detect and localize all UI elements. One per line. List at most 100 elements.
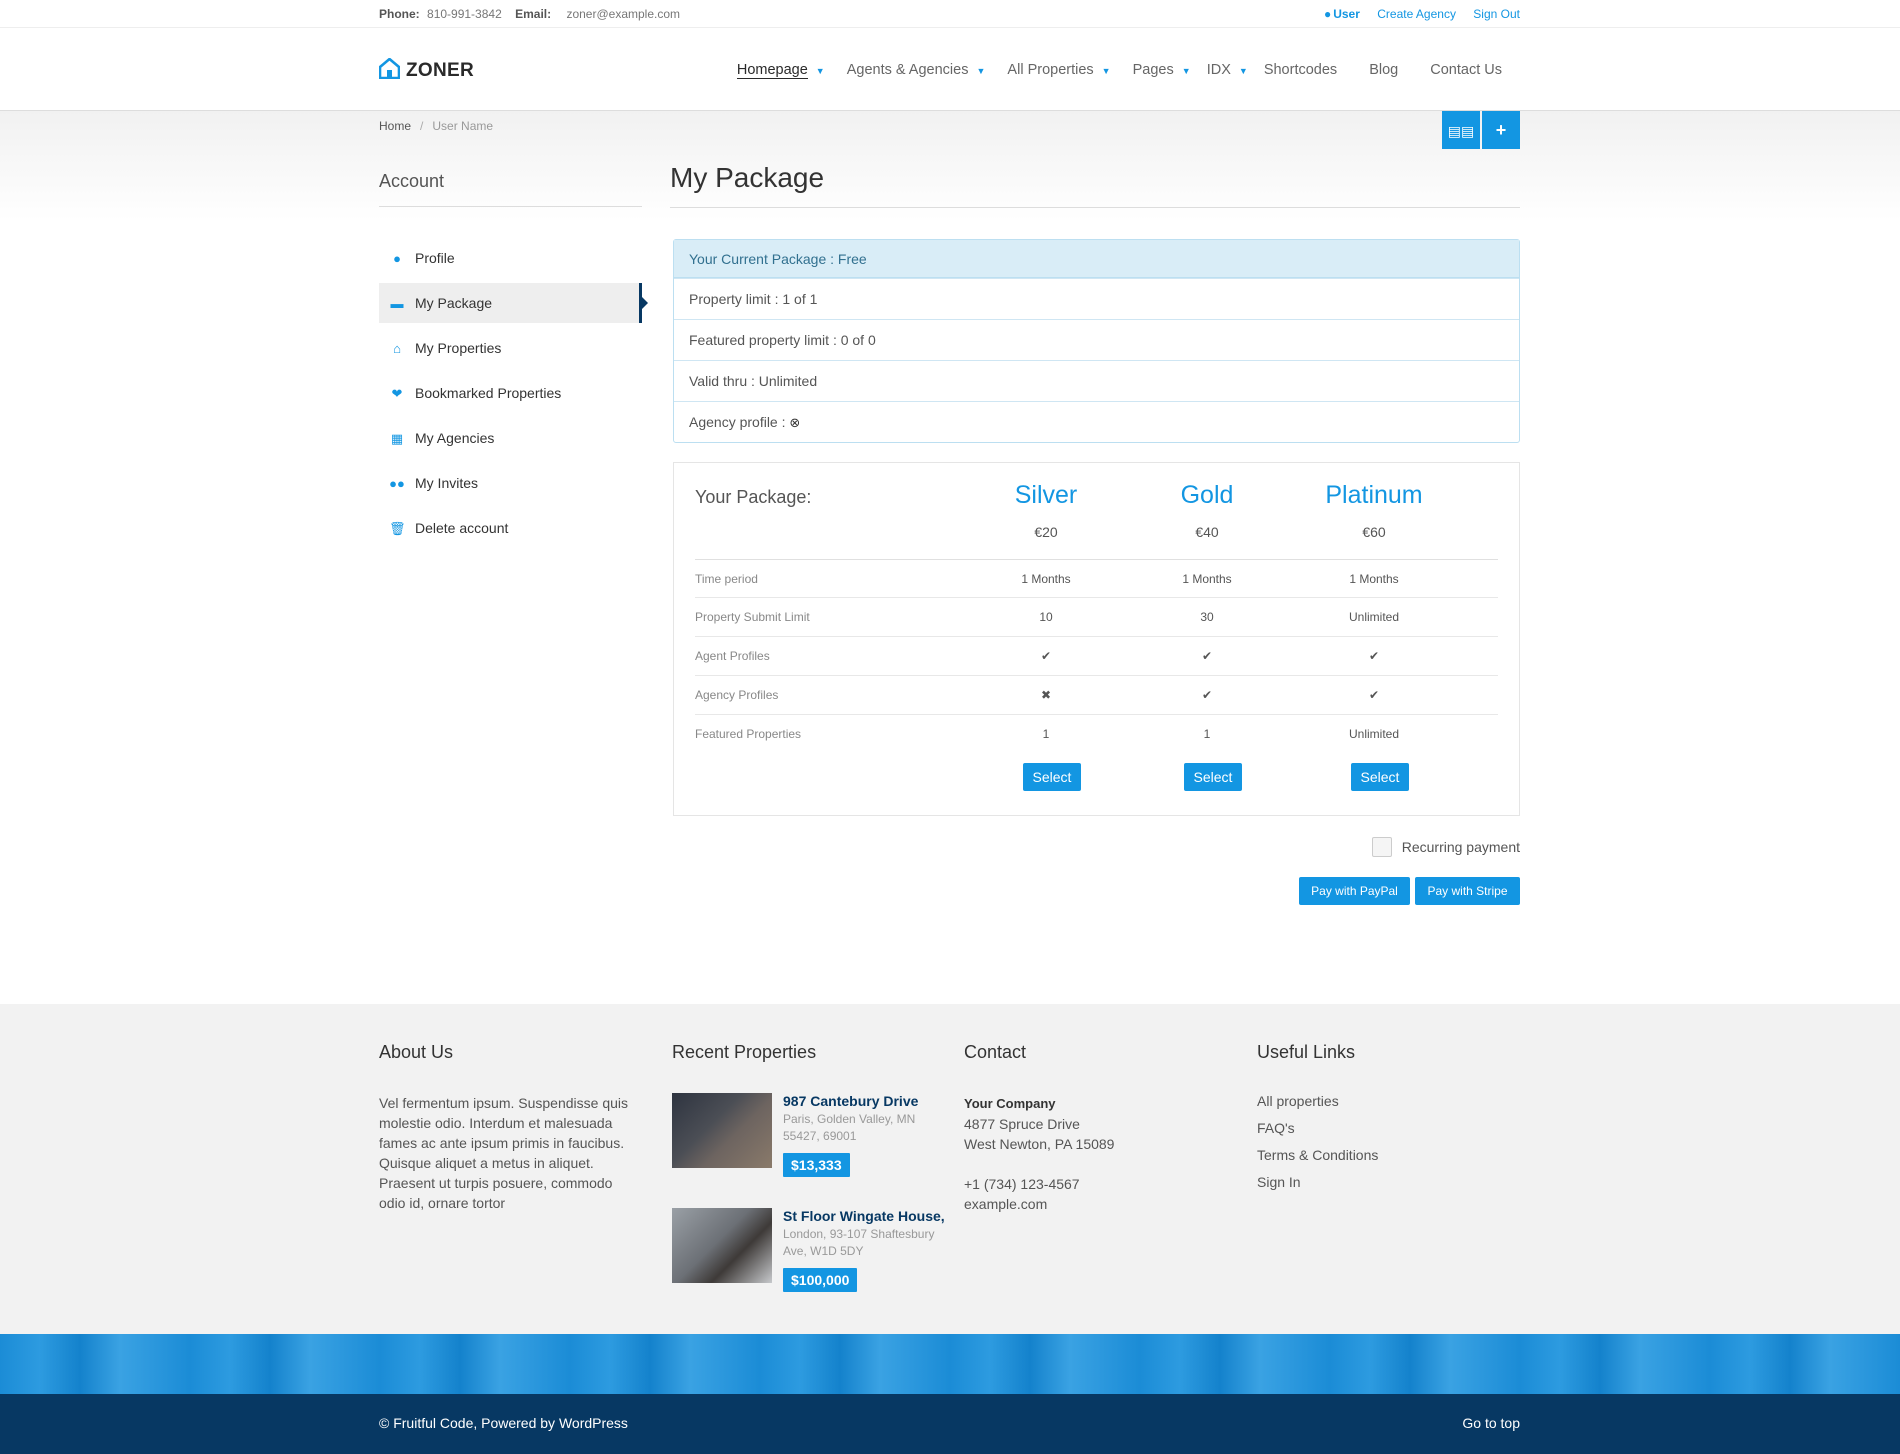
check-icon: ✔ xyxy=(1201,649,1213,663)
row-label: Agent Profiles xyxy=(695,649,770,663)
go-to-top-link[interactable]: Go to top xyxy=(1462,1415,1520,1431)
table-row: Featured Properties 1 1 Unlimited xyxy=(695,715,1498,754)
sidebar-item-my-agencies[interactable]: ▦ My Agencies xyxy=(379,418,642,458)
current-package-panel: Your Current Package : Free Property lim… xyxy=(673,239,1520,443)
property-thumbnail[interactable] xyxy=(672,1208,772,1283)
check-icon: ✔ xyxy=(1201,688,1213,702)
agency-profile-label: Agency profile : xyxy=(689,414,786,430)
row-label: Featured Properties xyxy=(695,727,802,741)
row-label: Agency Profiles xyxy=(695,688,779,702)
company-phone: +1 (734) 123-4567 xyxy=(964,1176,1080,1192)
page-title: My Package xyxy=(670,162,1520,208)
plan-name: Platinum xyxy=(1325,481,1423,509)
home-icon: ⌂ xyxy=(393,341,401,356)
check-icon: ✔ xyxy=(1368,649,1380,663)
sidebar-item-my-invites[interactable]: ●● My Invites xyxy=(379,463,642,503)
footer-about-title: About Us xyxy=(379,1042,454,1062)
plan-platinum: Platinum €60 xyxy=(1314,463,1434,540)
valid-thru-row: Valid thru : Unlimited xyxy=(674,360,1519,401)
users-icon: ●● xyxy=(389,476,405,491)
recent-property[interactable]: 987 Cantebury Drive Paris, Golden Valley… xyxy=(672,1093,942,1208)
plan-name: Silver xyxy=(1014,481,1078,509)
current-package-header: Your Current Package : Free xyxy=(674,240,1519,278)
recurring-checkbox[interactable] xyxy=(1371,837,1392,857)
plan-price: €40 xyxy=(1195,524,1219,540)
recurring-label: Recurring payment xyxy=(1401,839,1520,855)
cell-value: Unlimited xyxy=(1348,610,1399,624)
package-comparison: Your Package: Silver €20 Gold €40 Platinum… xyxy=(673,462,1520,816)
property-price: $13,333 xyxy=(783,1153,850,1177)
footer-about: About Us Vel fermentum ipsum. Suspendiss… xyxy=(379,1042,639,1213)
your-package-label: Your Package: xyxy=(695,487,812,507)
plan-gold: Gold €40 xyxy=(1147,463,1267,540)
credit-card-icon: ▬ xyxy=(390,296,404,311)
bottom-bar: © Fruitful Code, Powered by WordPress Go… xyxy=(0,1394,1900,1454)
footer-link[interactable]: FAQ's xyxy=(1257,1120,1517,1136)
cell-value: 1 xyxy=(1042,727,1050,741)
company-city: West Newton, PA 15089 xyxy=(964,1136,1115,1152)
cell-value: Unlimited xyxy=(1348,727,1399,741)
property-limit-row: Property limit : 1 of 1 xyxy=(674,278,1519,319)
property-thumbnail[interactable] xyxy=(672,1093,772,1168)
sidebar-item-my-properties[interactable]: ⌂ My Properties xyxy=(379,328,642,368)
footer-links-title: Useful Links xyxy=(1257,1042,1356,1062)
cell-value: 30 xyxy=(1200,610,1214,624)
company-site-link[interactable]: example.com xyxy=(964,1194,1224,1214)
sidebar-item-label: My Properties xyxy=(415,340,502,356)
recurring-payment[interactable]: Recurring payment xyxy=(1371,837,1520,857)
table-row: Time period 1 Months 1 Months 1 Months xyxy=(695,559,1498,598)
property-name[interactable]: St Floor Wingate House, xyxy=(783,1208,945,1224)
footer-useful-links: Useful Links All properties FAQ's Terms … xyxy=(1257,1042,1517,1201)
property-address: London, 93-107 Shaftesbury Ave, W1D 5DY xyxy=(783,1227,935,1258)
cell-value: 1 Months xyxy=(1182,572,1232,586)
sidebar-item-bookmarked[interactable]: ❤ Bookmarked Properties xyxy=(379,373,642,413)
sidebar-item-label: Delete account xyxy=(415,520,509,536)
building-icon: ▦ xyxy=(390,431,404,446)
sidebar-item-my-package[interactable]: ▬ My Package xyxy=(379,283,648,323)
sidebar-item-label: My Invites xyxy=(415,475,479,491)
sidebar-item-profile[interactable]: ● Profile xyxy=(379,238,642,278)
footer-link[interactable]: Sign In xyxy=(1257,1174,1517,1190)
row-label: Property Submit Limit xyxy=(695,610,810,624)
footer-link[interactable]: All properties xyxy=(1257,1093,1517,1109)
select-gold-button[interactable]: Select xyxy=(1184,763,1242,791)
cell-value: 10 xyxy=(1039,610,1053,624)
footer-recent-properties: Recent Properties 987 Cantebury Drive Pa… xyxy=(672,1042,945,1323)
circle-x-icon: ⊗ xyxy=(789,415,801,430)
cell-value: 1 Months xyxy=(1349,572,1399,586)
footer-contact-title: Contact xyxy=(964,1042,1027,1062)
content-area: Account ● Profile ▬ My Package ⌂ My Propert… xyxy=(379,0,1520,1000)
table-row: Agent Profiles ✔ ✔ ✔ xyxy=(695,637,1498,676)
agency-profile-row: Agency profile : ⊗ xyxy=(674,401,1519,442)
recent-property[interactable]: St Floor Wingate House, London, 93-107 S… xyxy=(672,1208,945,1323)
footer-image-strip xyxy=(0,1334,1900,1394)
footer-recent-title: Recent Properties xyxy=(672,1042,817,1062)
plan-price: €60 xyxy=(1362,524,1386,540)
pay-stripe-button[interactable]: Pay with Stripe xyxy=(1415,877,1520,905)
heart-icon: ❤ xyxy=(391,386,403,401)
plan-name: Gold xyxy=(1180,481,1234,509)
property-name[interactable]: 987 Cantebury Drive xyxy=(783,1093,918,1109)
sidebar-item-label: Bookmarked Properties xyxy=(415,385,562,401)
select-silver-button[interactable]: Select xyxy=(1023,763,1081,791)
footer-contact: Contact Your Company 4877 Spruce Drive W… xyxy=(964,1042,1224,1214)
sidebar-item-delete-account[interactable]: 🗑 Delete account xyxy=(379,508,642,548)
cell-value: 1 xyxy=(1203,727,1211,741)
plan-price: €20 xyxy=(1034,524,1058,540)
plan-silver: Silver €20 xyxy=(986,463,1106,540)
check-icon: ✔ xyxy=(1040,649,1052,663)
pay-paypal-button[interactable]: Pay with PayPal xyxy=(1299,877,1410,905)
select-platinum-button[interactable]: Select xyxy=(1351,763,1409,791)
copyright: © Fruitful Code, Powered by WordPress xyxy=(379,1415,628,1431)
package-table: Time period 1 Months 1 Months 1 Months P… xyxy=(695,559,1498,754)
row-label: Time period xyxy=(695,572,758,586)
table-row: Agency Profiles ✖ ✔ ✔ xyxy=(695,676,1498,715)
footer-link[interactable]: Terms & Conditions xyxy=(1257,1147,1517,1163)
property-address: Paris, Golden Valley, MN 55427, 69001 xyxy=(783,1112,916,1143)
company-street: 4877 Spruce Drive xyxy=(964,1116,1080,1132)
account-title: Account xyxy=(379,171,642,207)
cell-value: 1 Months xyxy=(1021,572,1071,586)
sidebar-item-label: My Package xyxy=(415,295,493,311)
cross-icon: ✖ xyxy=(1040,688,1052,702)
check-icon: ✔ xyxy=(1368,688,1380,702)
